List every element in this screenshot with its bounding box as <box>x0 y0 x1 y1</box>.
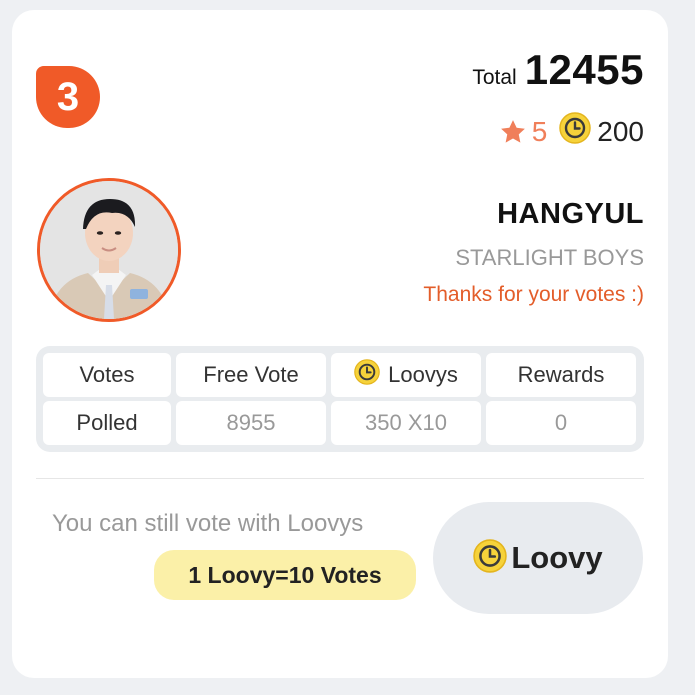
idol-info: HANGYUL STARLIGHT BOYS Thanks for your v… <box>423 198 644 307</box>
star-count: 5 <box>531 115 548 147</box>
header-loovys-label: Loovys <box>388 362 458 387</box>
loovy-button-label: Loovy <box>511 540 603 575</box>
rank-number: 3 <box>56 74 80 119</box>
free-vote-count: 8955 <box>176 401 326 445</box>
loovy-coin-icon <box>473 538 508 578</box>
loovy-coin-icon <box>354 359 380 391</box>
group-name: STARLIGHT BOYS <box>455 245 644 270</box>
loovys-count: 350 X10 <box>331 401 481 445</box>
vote-card: 3 Total 12455 5 200 HANGYUL STARLIGHT BO… <box>12 10 668 678</box>
loovy-coin-icon <box>559 112 592 151</box>
total-label: Total <box>472 66 517 89</box>
header-votes: Votes <box>43 353 171 397</box>
stats-row: 5 200 <box>498 112 644 151</box>
header-loovys: Loovys <box>331 353 481 397</box>
thanks-message: Thanks for your votes :) <box>423 283 644 306</box>
vote-hint: You can still vote with Loovys <box>52 510 364 537</box>
rate-pill: 1 Loovy=10 Votes <box>154 550 416 600</box>
header-free-vote: Free Vote <box>176 353 326 397</box>
rewards-count: 0 <box>486 401 636 445</box>
row-label-polled: Polled <box>43 401 171 445</box>
idol-name: HANGYUL <box>497 198 644 230</box>
coin-count: 200 <box>597 115 644 147</box>
loovy-vote-button[interactable]: Loovy <box>433 502 643 614</box>
vote-breakdown-table: Votes Free Vote Loovys Rewards Polled 89… <box>36 346 644 452</box>
rank-badge: 3 <box>36 66 100 128</box>
avatar <box>37 178 181 322</box>
star-icon <box>498 117 528 147</box>
total-votes: Total 12455 <box>472 46 644 94</box>
header-rewards: Rewards <box>486 353 636 397</box>
divider <box>36 478 644 479</box>
total-value: 12455 <box>524 46 644 93</box>
